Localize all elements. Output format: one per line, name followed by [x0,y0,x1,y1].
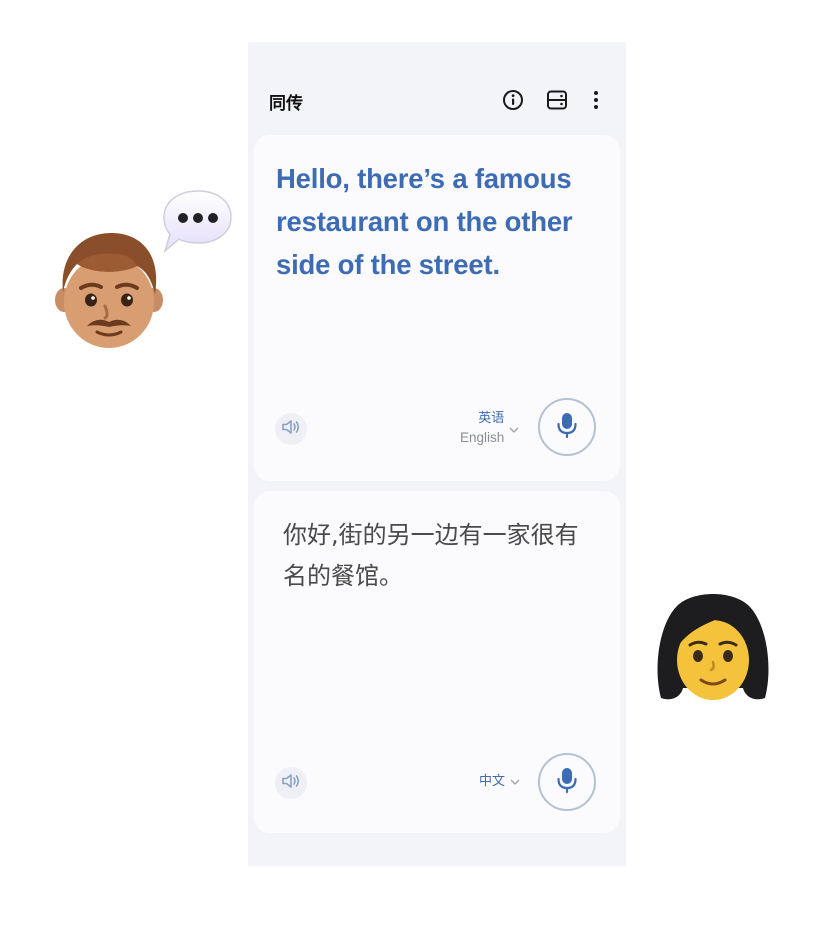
more-vert-icon[interactable] [584,88,608,112]
target-language-label: 中文 [479,774,506,789]
speaker-icon [281,419,301,439]
speaker-button[interactable] [275,767,307,799]
source-language-select[interactable]: 英语 English [460,409,519,447]
mic-icon [556,766,578,798]
mic-icon [556,411,578,443]
layout-icon[interactable] [545,88,569,112]
woman-emoji [653,588,773,706]
target-text: 你好,街的另一边有一家很有名的餐馆。 [283,521,579,590]
speech-bubble-emoji [158,188,234,254]
speaker-icon [281,773,301,793]
source-mic-button[interactable] [538,398,596,456]
source-panel: Hello, there’s a famous restaurant on th… [254,135,620,481]
source-language-sublabel: English [460,430,505,445]
page-title: 同传 [269,94,303,114]
info-icon[interactable] [501,88,525,112]
phone-screen: 同传 Hello, there’s a famous restaurant on… [248,42,626,866]
target-language-select[interactable]: 中文 [479,772,520,791]
chevron-down-icon [510,777,520,787]
target-mic-button[interactable] [538,753,596,811]
target-panel: 你好,街的另一边有一家很有名的餐馆。 中文 [254,491,620,833]
source-text: Hello, there’s a famous restaurant on th… [276,163,573,280]
source-language-label: 英语 [478,411,505,426]
chevron-down-icon [509,425,519,435]
app-header: 同传 [248,42,626,132]
speaker-button[interactable] [275,413,307,445]
man-emoji [55,228,163,350]
